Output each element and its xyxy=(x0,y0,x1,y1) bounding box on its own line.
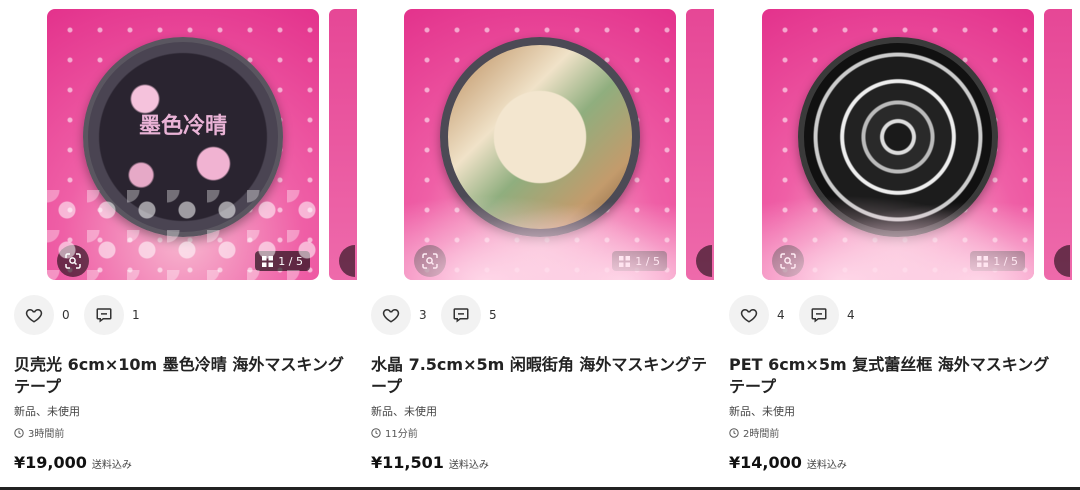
product-condition: 新品、未使用 xyxy=(371,405,437,418)
image-counter-text: 1 / 5 xyxy=(993,254,1018,268)
listing-time-text: 2時間前 xyxy=(743,429,780,440)
image-counter: 1 / 5 xyxy=(255,251,310,271)
tape-roll-illustration: 墨色冷晴 xyxy=(83,37,283,237)
price: ¥11,501 xyxy=(371,453,444,472)
product-title[interactable]: 贝壳光 6cm×10m 墨色冷晴 海外マスキングテープ xyxy=(14,354,350,398)
comment-count: 5 xyxy=(489,308,497,322)
product-image[interactable]: 1 / 5 xyxy=(762,9,1034,280)
heart-icon xyxy=(382,308,400,323)
listing-time-text: 3時間前 xyxy=(28,429,65,440)
product-title[interactable]: PET 6cm×5m 复式蕾丝框 海外マスキングテープ xyxy=(729,354,1065,398)
product-image[interactable]: 墨色冷晴 1 / 5 xyxy=(47,9,319,280)
tape-roll-illustration xyxy=(440,37,640,237)
gallery-grid-icon xyxy=(977,255,989,267)
comment-count: 1 xyxy=(132,308,140,322)
like-count: 4 xyxy=(777,308,785,322)
image-search-button[interactable] xyxy=(414,245,446,277)
heart-icon xyxy=(25,308,43,323)
clock-icon xyxy=(14,427,24,438)
like-count: 0 xyxy=(62,308,70,322)
next-image-preview[interactable] xyxy=(686,9,714,280)
listing-time: 2時間前 xyxy=(729,425,779,440)
image-search-icon xyxy=(780,253,796,269)
heart-icon xyxy=(740,308,758,323)
product-card[interactable]: 1 / 5 4 4 PET 6cm×5m 复式蕾丝框 海外マスキングテープ 新品… xyxy=(715,0,1072,490)
next-image-preview[interactable] xyxy=(1044,9,1072,280)
listing-time: 11分前 xyxy=(371,425,418,440)
price-row: ¥11,501 送料込み xyxy=(371,453,489,472)
image-search-icon xyxy=(422,253,438,269)
product-condition: 新品、未使用 xyxy=(14,405,80,418)
like-button[interactable] xyxy=(729,295,769,335)
product-card[interactable]: 墨色冷晴 1 / 5 0 1 贝壳光 6cm×10m 墨色冷晴 海外マスキングテ… xyxy=(0,0,357,490)
listing-time-text: 11分前 xyxy=(385,429,418,440)
product-image[interactable]: 1 / 5 xyxy=(404,9,676,280)
image-search-button[interactable] xyxy=(57,245,89,277)
product-condition: 新品、未使用 xyxy=(729,405,795,418)
image-counter-text: 1 / 5 xyxy=(635,254,660,268)
gallery-grid-icon xyxy=(262,255,274,267)
image-counter: 1 / 5 xyxy=(612,251,667,271)
image-carousel[interactable]: 1 / 5 xyxy=(762,9,1072,280)
comment-button[interactable] xyxy=(441,295,481,335)
like-button[interactable] xyxy=(14,295,54,335)
product-card[interactable]: 1 / 5 3 5 水晶 7.5cm×5m 闲暇街角 海外マスキングテープ 新品… xyxy=(357,0,714,490)
image-counter: 1 / 5 xyxy=(970,251,1025,271)
shipping-note: 送料込み xyxy=(806,460,847,471)
product-title[interactable]: 水晶 7.5cm×5m 闲暇街角 海外マスキングテープ xyxy=(371,354,707,398)
price: ¥19,000 xyxy=(14,453,87,472)
clock-icon xyxy=(729,427,739,438)
tape-label: 墨色冷晴 xyxy=(138,113,227,139)
image-counter-text: 1 / 5 xyxy=(278,254,303,268)
comment-button[interactable] xyxy=(799,295,839,335)
engagement-bar: 0 1 xyxy=(14,295,154,335)
image-search-icon xyxy=(65,253,81,269)
engagement-bar: 4 4 xyxy=(729,295,869,335)
tape-roll-illustration xyxy=(798,37,998,237)
gallery-grid-icon xyxy=(619,255,631,267)
clock-icon xyxy=(371,427,381,438)
comment-count: 4 xyxy=(847,308,855,322)
listing-time: 3時間前 xyxy=(14,425,64,440)
like-count: 3 xyxy=(419,308,427,322)
image-carousel[interactable]: 墨色冷晴 1 / 5 xyxy=(47,9,357,280)
price-row: ¥19,000 送料込み xyxy=(14,453,132,472)
comment-icon xyxy=(453,308,469,323)
shipping-note: 送料込み xyxy=(91,460,132,471)
comment-button[interactable] xyxy=(84,295,124,335)
price: ¥14,000 xyxy=(729,453,802,472)
engagement-bar: 3 5 xyxy=(371,295,511,335)
like-button[interactable] xyxy=(371,295,411,335)
shipping-note: 送料込み xyxy=(448,460,489,471)
next-image-preview[interactable] xyxy=(329,9,357,280)
comment-icon xyxy=(96,308,112,323)
comment-icon xyxy=(811,308,827,323)
image-carousel[interactable]: 1 / 5 xyxy=(404,9,714,280)
image-search-button[interactable] xyxy=(772,245,804,277)
price-row: ¥14,000 送料込み xyxy=(729,453,847,472)
